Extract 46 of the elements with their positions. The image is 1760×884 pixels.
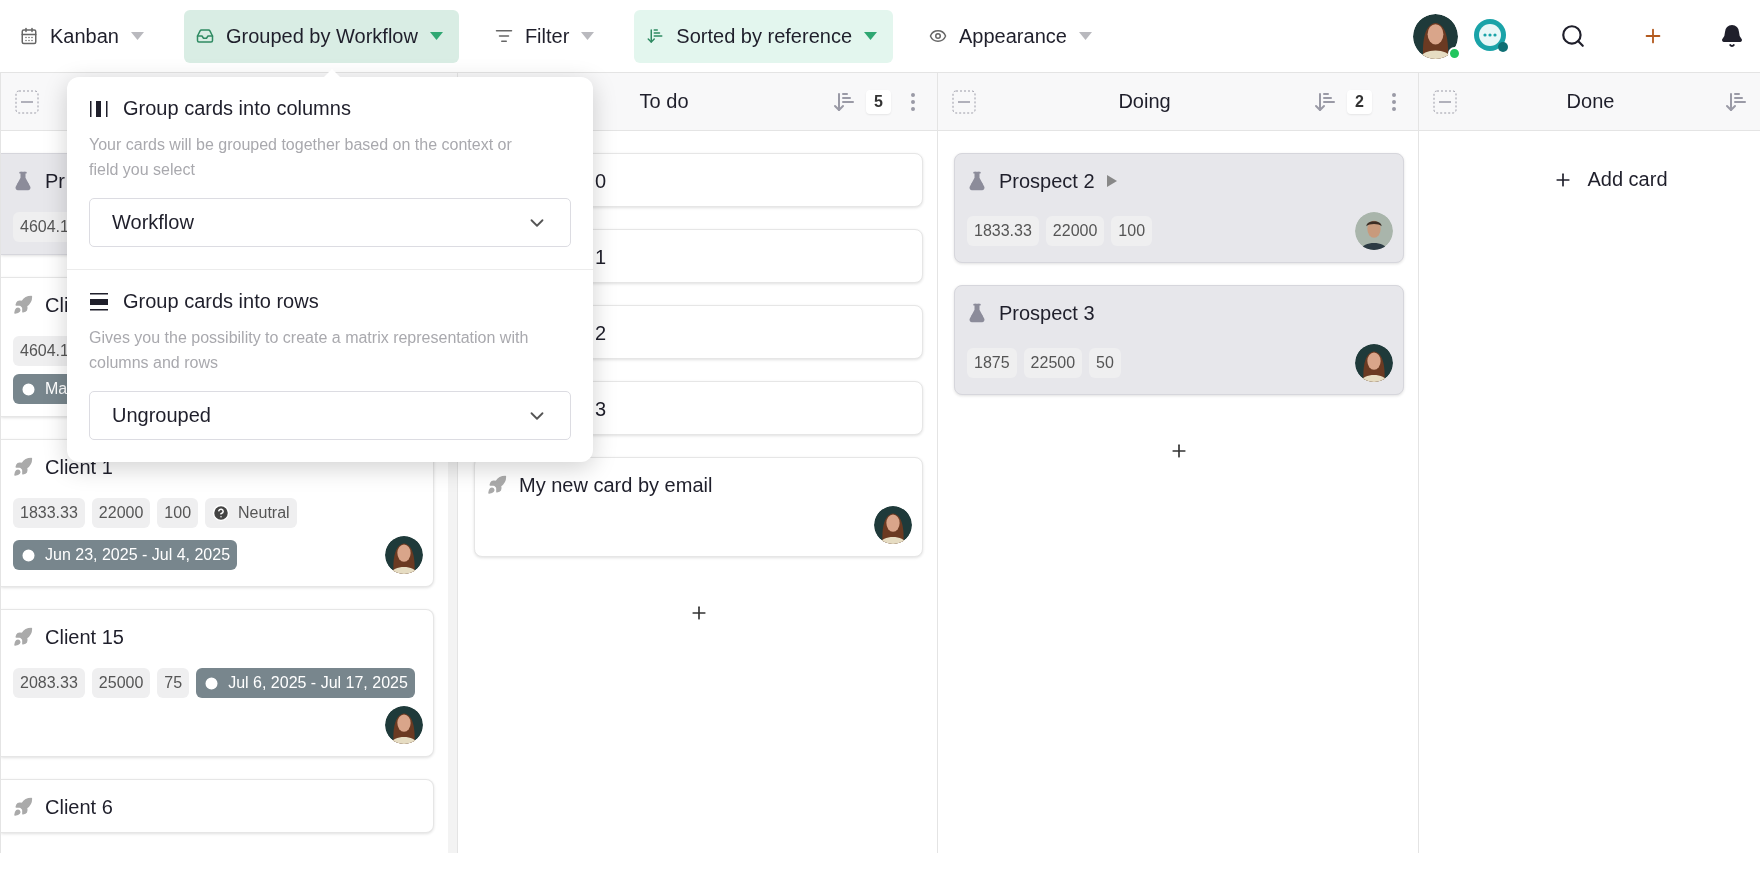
value-chip: 1875 [967, 348, 1017, 378]
card-count: 5 [866, 89, 891, 114]
date-chip: Jul 6, 2025 - Jul 17, 2025 [196, 668, 415, 698]
card-title: 2 [595, 321, 607, 345]
card-title: Cli [45, 293, 69, 317]
card-title: Pr [45, 169, 65, 193]
toolbar-button[interactable]: Filter [482, 9, 611, 63]
value-chip: 100 [157, 498, 199, 528]
value-chip: 1833.33 [967, 216, 1039, 246]
card[interactable]: Client 6 [1, 779, 434, 833]
toolbar-button[interactable]: Grouped by Workflow [183, 9, 459, 63]
value-chip: 22000 [91, 498, 151, 528]
card[interactable]: Prospect 3 1875 22500 50 [954, 285, 1404, 395]
column-title: Doing [1117, 90, 1172, 113]
card-title: My new card by email [519, 473, 713, 497]
card-title: Prospect 3 [999, 301, 1095, 325]
card-title: Client 15 [45, 625, 124, 649]
card[interactable]: My new card by email [474, 457, 923, 557]
card-title: 0 [595, 169, 607, 193]
value-chip: 22500 [1023, 348, 1083, 378]
section-title: Group cards into rows [123, 290, 319, 313]
card-title: Prospect 2 [999, 169, 1095, 193]
add-card-button[interactable]: Add card [1547, 167, 1674, 192]
value-chip: 22000 [1045, 216, 1105, 246]
value-chip: 50 [1089, 348, 1121, 378]
status-chip: Neutral [205, 498, 297, 528]
card-title: 1 [595, 245, 607, 269]
group-select[interactable]: Workflow [89, 198, 571, 247]
value-chip: 2083.33 [13, 668, 85, 698]
card-count: 2 [1347, 89, 1372, 114]
card-title: Client 6 [45, 795, 113, 819]
date-chip: Jun 23, 2025 - Jul 4, 2025 [13, 540, 238, 570]
card[interactable]: Prospect 2 1833.33 22000 100 [954, 153, 1404, 263]
card-title: 3 [595, 397, 607, 421]
value-chip: 100 [1111, 216, 1153, 246]
group-select[interactable]: Ungrouped [89, 391, 571, 440]
toolbar-button[interactable]: Kanban [8, 9, 160, 63]
column-title: To do [638, 90, 690, 113]
value-chip: 25000 [91, 668, 151, 698]
toolbar-button[interactable]: Sorted by reference [634, 9, 893, 63]
value-chip: 1833.33 [13, 498, 85, 528]
toolbar-button[interactable]: Appearance [917, 9, 1108, 63]
value-chip: 75 [157, 668, 190, 698]
column-title: Done [1565, 90, 1616, 113]
section-title: Group cards into columns [123, 97, 351, 120]
card[interactable]: Client 15 2083.33 25000 75 Jul 6, 2025 - Jul 17, 2025 [1, 609, 434, 757]
